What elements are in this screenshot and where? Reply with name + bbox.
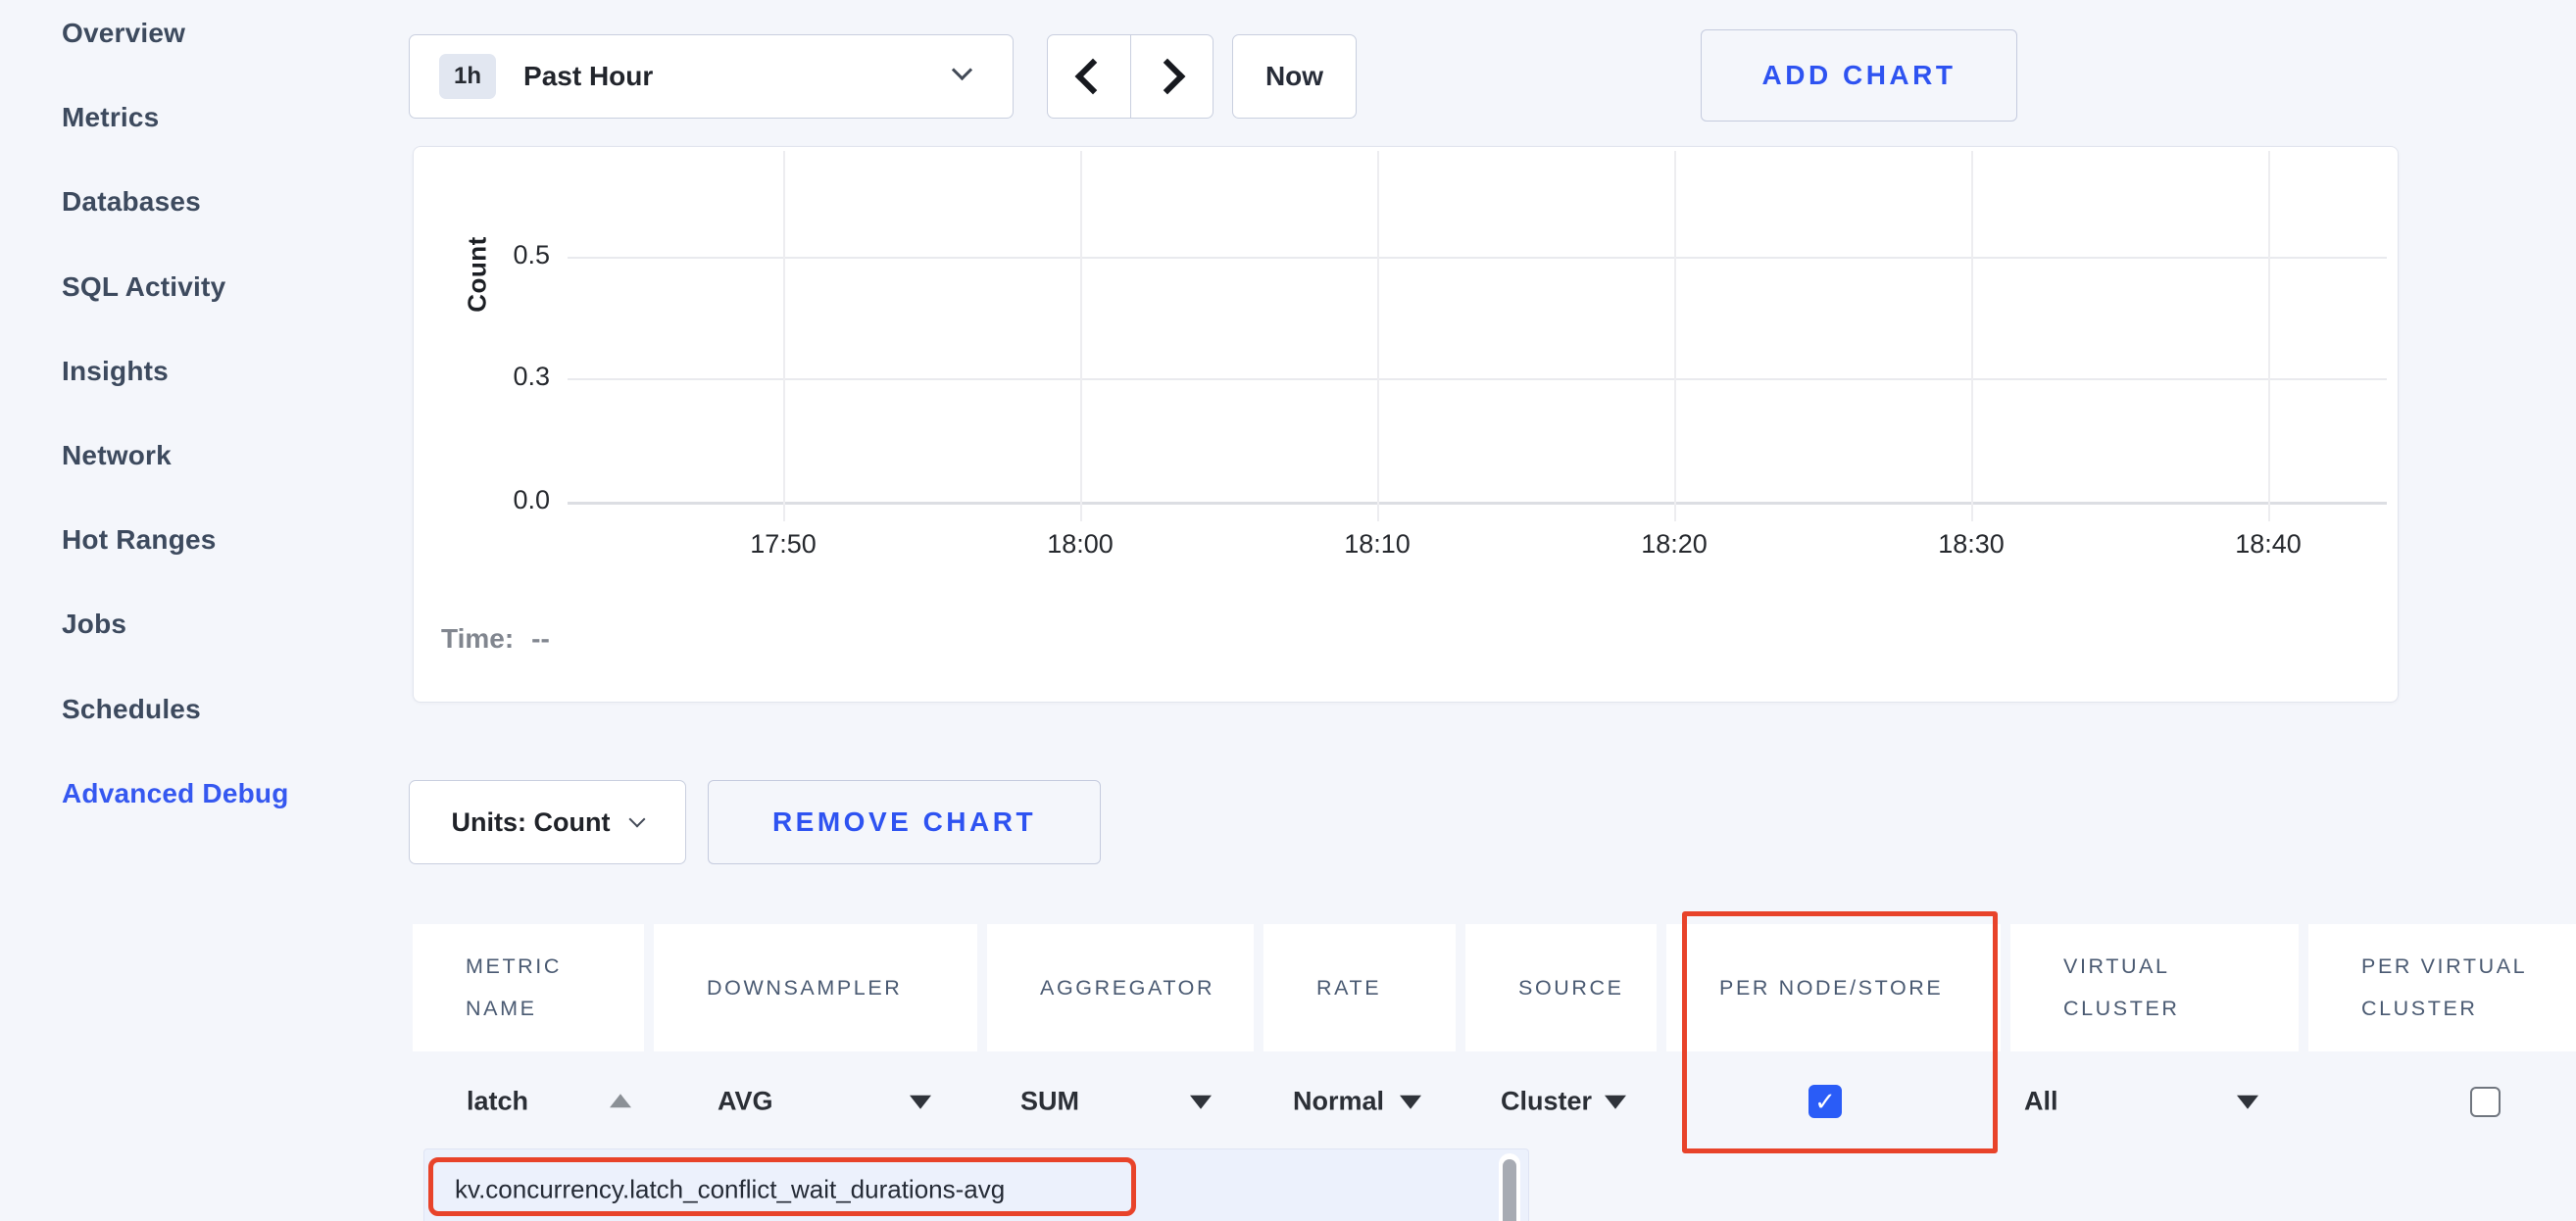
x-axis-tick-label: 18:30: [1903, 529, 2040, 560]
time-nav-arrow-group: [1047, 34, 1214, 119]
sidebar-item-databases[interactable]: Databases: [62, 186, 201, 218]
sidebar-item-hot-ranges[interactable]: Hot Ranges: [62, 524, 217, 556]
next-time-button[interactable]: [1130, 35, 1214, 118]
now-button[interactable]: Now: [1232, 34, 1357, 119]
column-header-aggregator: AGGREGATOR: [987, 924, 1254, 1051]
x-axis-tick-label: 18:10: [1309, 529, 1446, 560]
gridline-vertical: [1377, 151, 1379, 521]
custom-chart-panel: Count 0.50.30.017:5018:0018:1018:2018:30…: [413, 146, 2399, 703]
gridline-vertical: [783, 151, 785, 521]
units-select-label: Units: Count: [452, 807, 611, 838]
time-readout-label: Time:: [441, 623, 514, 654]
caret-down-icon[interactable]: [2237, 1096, 2258, 1109]
column-header-virtual-cluster: VIRTUAL CLUSTER: [2010, 924, 2299, 1051]
source-select[interactable]: Cluster: [1501, 1087, 1592, 1117]
units-select[interactable]: Units: Count: [409, 780, 686, 864]
y-axis-tick-label: 0.5: [462, 240, 550, 270]
time-range-label: Past Hour: [523, 61, 653, 92]
chevron-right-icon: [1150, 59, 1186, 95]
column-header-per-virtual-cluster: PER VIRTUAL CLUSTER: [2308, 924, 2576, 1051]
time-range-badge: 1h: [439, 54, 496, 99]
sidebar-item-schedules[interactable]: Schedules: [62, 694, 201, 725]
x-axis-tick-label: 17:50: [715, 529, 852, 560]
gridline-horizontal: [568, 502, 2387, 505]
dropdown-scrollbar-thumb[interactable]: [1503, 1159, 1516, 1221]
sidebar-item-overview[interactable]: Overview: [62, 18, 185, 49]
sidebar-item-metrics[interactable]: Metrics: [62, 102, 159, 133]
virtual-cluster-select[interactable]: All: [2024, 1087, 2058, 1117]
x-axis-tick-label: 18:40: [2200, 529, 2337, 560]
hover-time-readout: Time: --: [441, 623, 550, 655]
caret-down-icon[interactable]: [1400, 1096, 1421, 1109]
gridline-horizontal: [568, 257, 2387, 259]
gridline-horizontal: [568, 378, 2387, 380]
gridline-vertical: [2268, 151, 2270, 521]
metric-suggestions-dropdown: kv.concurrency.latch_conflict_wait_durat…: [423, 1148, 1529, 1221]
gridline-vertical: [1674, 151, 1676, 521]
column-header-metric-name: METRIC NAME: [413, 924, 644, 1051]
downsampler-select[interactable]: AVG: [718, 1087, 773, 1117]
metric-name-input[interactable]: latch: [467, 1087, 528, 1117]
chevron-down-icon: [629, 811, 646, 828]
sidebar-item-sql-activity[interactable]: SQL Activity: [62, 271, 225, 303]
prev-time-button[interactable]: [1048, 35, 1130, 118]
time-readout-value: --: [531, 623, 550, 654]
sidebar-item-insights[interactable]: Insights: [62, 356, 169, 387]
aggregator-select[interactable]: SUM: [1020, 1087, 1079, 1117]
x-axis-tick-label: 18:20: [1606, 529, 1743, 560]
metric-suggestion-item[interactable]: kv.concurrency.latch_conflict_wait_durat…: [455, 1175, 1005, 1205]
column-header-downsampler: DOWNSAMPLER: [654, 924, 977, 1051]
caret-down-icon[interactable]: [910, 1096, 931, 1109]
sidebar-item-jobs[interactable]: Jobs: [62, 609, 126, 640]
remove-chart-button[interactable]: REMOVE CHART: [708, 780, 1101, 864]
chevron-left-icon: [1074, 59, 1111, 95]
column-header-per-node-store: PER NODE/STORE: [1666, 924, 2001, 1051]
time-range-picker[interactable]: 1h Past Hour: [409, 34, 1014, 119]
add-chart-button[interactable]: ADD CHART: [1701, 29, 2017, 122]
caret-down-icon[interactable]: [1605, 1096, 1626, 1109]
y-axis-tick-label: 0.3: [462, 362, 550, 392]
gridline-vertical: [1971, 151, 1973, 521]
chevron-down-icon: [952, 60, 972, 80]
dropdown-scrollbar-track[interactable]: [1499, 1153, 1520, 1221]
column-header-source: SOURCE: [1465, 924, 1657, 1051]
sidebar-item-network[interactable]: Network: [62, 440, 172, 471]
sidebar-nav: Overview Metrics Databases SQL Activity Insi…: [0, 0, 392, 1221]
y-axis-tick-label: 0.0: [462, 485, 550, 515]
column-header-rate: RATE: [1263, 924, 1456, 1051]
caret-up-icon[interactable]: [610, 1094, 631, 1107]
per-virtual-cluster-checkbox[interactable]: ✓: [2470, 1087, 2501, 1117]
caret-down-icon[interactable]: [1190, 1096, 1212, 1109]
x-axis-tick-label: 18:00: [1012, 529, 1149, 560]
checkmark-icon: ✓: [1814, 1089, 1836, 1114]
sidebar-item-advanced-debug[interactable]: Advanced Debug: [62, 778, 289, 809]
per-node-store-checkbox[interactable]: ✓: [1808, 1085, 1842, 1118]
gridline-vertical: [1080, 151, 1082, 521]
rate-select[interactable]: Normal: [1293, 1087, 1384, 1117]
